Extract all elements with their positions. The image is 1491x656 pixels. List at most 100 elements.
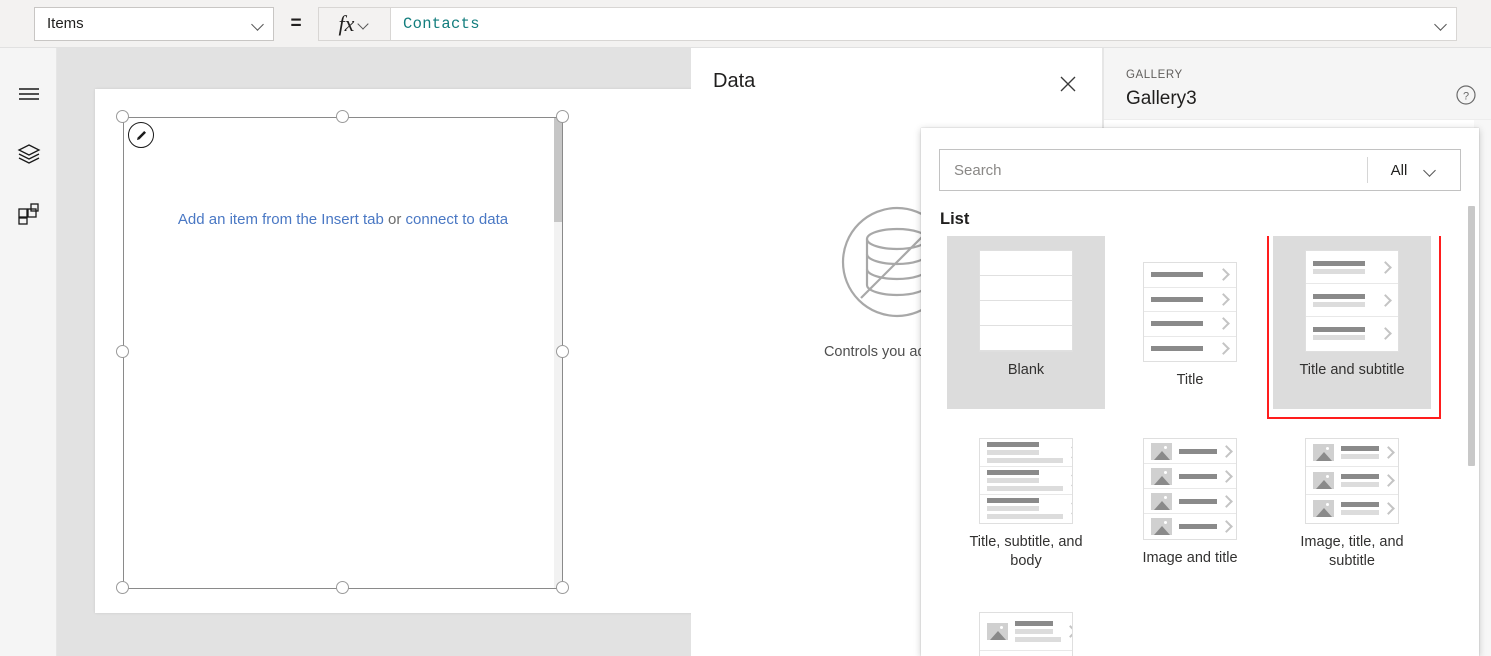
layout-tile-title[interactable]: Title [1111, 248, 1269, 409]
connect-to-data-link[interactable]: connect to data [406, 211, 509, 228]
layout-thumbnail [1305, 250, 1399, 352]
chevron-right-icon [1218, 294, 1229, 305]
image-placeholder-icon [1151, 442, 1172, 460]
thumb-row [980, 467, 1072, 496]
thumb-row [1144, 263, 1236, 288]
image-placeholder-icon [987, 623, 1008, 640]
resize-handle-top-center[interactable] [336, 110, 349, 123]
insert-tab-link[interactable]: Add an item from the Insert tab [178, 211, 384, 228]
thumb-bars [987, 442, 1063, 463]
fx-button[interactable]: fx [318, 6, 390, 41]
help-circle-icon[interactable]: ? [1455, 84, 1477, 106]
layout-tile-title-subtitle-body[interactable]: Title, subtitle, and body [947, 424, 1105, 584]
gallery-scrollbar-thumb[interactable] [554, 118, 562, 222]
title-bar [1313, 260, 1365, 266]
gallery-empty-hint: Add an item from the Insert tab or conne… [123, 211, 563, 228]
gallery-control-selected[interactable]: Add an item from the Insert tab or conne… [116, 110, 569, 594]
control-type-label: GALLERY [1126, 69, 1183, 81]
thumb-bars [1179, 448, 1217, 454]
layout-flyout-scrollbar-thumb[interactable] [1468, 206, 1475, 466]
chevron-down-icon [358, 18, 370, 30]
resize-handle-bottom-right[interactable] [556, 581, 569, 594]
data-panel-title: Data [713, 70, 756, 92]
resize-handle-top-left[interactable] [116, 110, 129, 123]
svg-text:?: ? [1463, 91, 1469, 103]
sidebar-item-menu[interactable] [0, 64, 57, 124]
thumb-row [1306, 439, 1398, 468]
sidebar-item-insert[interactable] [0, 184, 57, 244]
body-bar [987, 486, 1063, 492]
app-screen[interactable]: Add an item from the Insert tab or conne… [95, 89, 691, 613]
title-bar [1341, 474, 1379, 480]
title-bar [1179, 448, 1217, 454]
title-bar [1151, 321, 1203, 327]
body-bar [987, 514, 1063, 520]
layout-tile-blank[interactable]: Blank [947, 236, 1105, 409]
thumb-row [980, 651, 1072, 656]
layout-thumbnail [1305, 438, 1399, 524]
chevron-right-icon [1383, 475, 1394, 486]
chevron-right-icon [1221, 471, 1232, 482]
title-bar [1341, 446, 1379, 451]
sidebar-item-tree-view[interactable] [0, 124, 57, 184]
chevron-right-icon [1067, 447, 1072, 458]
edit-pencil-icon[interactable] [128, 122, 154, 148]
image-placeholder-icon [1151, 467, 1172, 485]
fx-icon: fx [338, 10, 355, 36]
title-bar [1179, 473, 1217, 479]
layout-tile-image-title-subtitle-body[interactable] [947, 598, 1105, 656]
formula-text: Contacts [403, 14, 480, 33]
title-bar [987, 442, 1039, 447]
resize-handle-top-right[interactable] [556, 110, 569, 123]
chevron-right-icon [1380, 295, 1391, 306]
subtitle-bar [1313, 301, 1365, 307]
close-icon[interactable] [1054, 70, 1082, 98]
thumb-bars [1341, 446, 1379, 459]
layout-flyout-scrollbar[interactable] [1468, 206, 1475, 650]
search-input[interactable] [940, 150, 1367, 190]
chevron-right-icon [1067, 475, 1072, 486]
layout-filter-dropdown[interactable]: All [1368, 150, 1460, 190]
title-bar [1313, 327, 1365, 332]
image-placeholder-icon [1313, 500, 1334, 518]
subtitle-bar [987, 506, 1039, 512]
title-bar [1179, 524, 1217, 529]
formula-input[interactable]: Contacts [390, 6, 1457, 41]
thumb-bars [1313, 293, 1376, 307]
thumb-row [1144, 489, 1236, 514]
hint-separator: or [383, 211, 406, 228]
thumb-row [1306, 495, 1398, 523]
thumb-row [1306, 467, 1398, 496]
property-selector-label: Items [47, 14, 84, 32]
layout-search-row: All [939, 149, 1461, 191]
chevron-down-icon[interactable] [1434, 18, 1448, 32]
layout-thumbnail [979, 612, 1073, 656]
chevron-right-icon [1221, 521, 1232, 532]
subtitle-bar [1313, 335, 1365, 340]
subtitle-bar [987, 450, 1039, 455]
layout-tile-label: Image, title, and subtitle [1300, 533, 1404, 570]
layout-thumbnail [979, 438, 1073, 524]
resize-handle-middle-right[interactable] [556, 345, 569, 358]
thumb-bars [1015, 621, 1061, 642]
chevron-down-icon [251, 17, 265, 31]
resize-handle-middle-left[interactable] [116, 345, 129, 358]
thumb-row [1306, 284, 1398, 317]
left-rail [0, 48, 57, 656]
resize-handle-bottom-left[interactable] [116, 581, 129, 594]
layout-tile-label: Title [1176, 372, 1204, 388]
layout-tile-image-title-subtitle[interactable]: Image, title, and subtitle [1273, 424, 1431, 584]
layout-tile-image-and-title[interactable]: Image and title [1111, 424, 1269, 584]
insert-grid-icon [17, 203, 40, 225]
layout-tile-label: Title and subtitle [1299, 362, 1405, 378]
layout-tile-title-and-subtitle[interactable]: Title and subtitle [1267, 236, 1441, 419]
properties-panel-header: GALLERY Gallery3 ? [1104, 48, 1491, 120]
layout-filter-value: All [1390, 161, 1408, 179]
hamburger-menu-icon [18, 86, 40, 102]
property-selector[interactable]: Items [34, 6, 274, 41]
image-placeholder-icon [1151, 518, 1172, 535]
title-bar [1313, 293, 1365, 299]
resize-handle-bottom-center[interactable] [336, 581, 349, 594]
body-bar [1015, 637, 1061, 642]
thumb-row [1306, 317, 1398, 350]
